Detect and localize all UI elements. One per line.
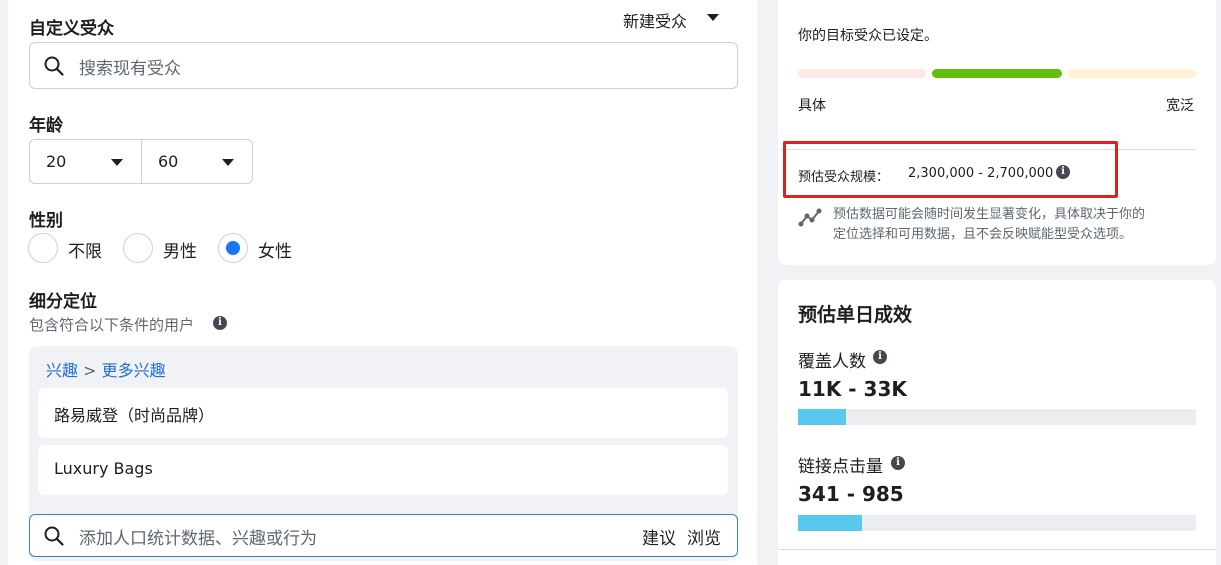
breadcrumb-separator: > [83, 361, 97, 380]
link-clicks-progress-bar [798, 515, 1196, 531]
audience-status-text: 你的目标受众已设定。 [798, 28, 938, 44]
breadcrumb-interests-link[interactable]: 兴趣 [46, 361, 78, 380]
audience-size-label: 预估受众规模： [798, 170, 890, 185]
gender-label-male: 男性 [163, 242, 197, 262]
detailed-targeting-subtitle: 包含符合以下条件的用户 [29, 316, 195, 334]
audience-disclaimer-line: 预估数据可能会随时间发生显著变化，具体取决于你的 [833, 207, 1146, 222]
gender-radio-female[interactable] [218, 233, 248, 263]
daily-results-title: 预估单日成效 [798, 304, 913, 326]
age-min-select[interactable]: 20 [29, 139, 142, 184]
gender-title: 性别 [29, 211, 63, 231]
targeting-search-placeholder: 添加人口统计数据、兴趣或行为 [79, 529, 317, 549]
trend-line-icon [798, 208, 822, 227]
interest-item-label: 路易威登（时尚品牌） [54, 406, 215, 425]
interest-item[interactable]: 路易威登（时尚品牌） [38, 388, 728, 438]
interest-item-label: Luxury Bags [54, 459, 153, 478]
audience-disclaimer-line: 定位选择和可用数据，且不会反映赋能型受众选项。 [833, 227, 1133, 242]
search-icon [44, 56, 64, 76]
interest-item[interactable]: Luxury Bags [38, 445, 728, 495]
caret-down-icon [111, 159, 123, 166]
meter-segment-specific [798, 69, 926, 78]
reach-label: 覆盖人数 [798, 352, 866, 372]
gender-label-female: 女性 [258, 242, 292, 262]
link-clicks-progress-fill [798, 515, 862, 531]
gender-radio-male[interactable] [123, 233, 153, 263]
targeting-search-input[interactable]: 添加人口统计数据、兴趣或行为 建议 浏览 [29, 514, 738, 557]
info-icon[interactable]: i [873, 350, 887, 364]
gender-radio-all[interactable] [28, 233, 58, 263]
search-icon [44, 526, 64, 546]
audience-disclaimer: 预估数据可能会随时间发生显著变化，具体取决于你的 定位选择和可用数据，且不会反映… [833, 205, 1145, 245]
detailed-targeting-title: 细分定位 [29, 292, 97, 312]
reach-progress-fill [798, 409, 846, 425]
suggestions-button[interactable]: 建议 [642, 524, 676, 549]
age-max-select[interactable]: 60 [141, 139, 253, 184]
link-clicks-value: 341 - 985 [798, 482, 904, 506]
meter-specific-label: 具体 [798, 98, 826, 114]
custom-audience-title: 自定义受众 [29, 19, 114, 39]
divider [778, 549, 1216, 550]
info-icon[interactable]: i [1056, 165, 1070, 179]
info-icon[interactable]: i [891, 456, 905, 470]
audience-search-input[interactable]: 搜索现有受众 [29, 42, 738, 89]
gender-label-all: 不限 [68, 242, 102, 262]
reach-value: 11K - 33K [798, 377, 907, 401]
age-min-value: 20 [46, 152, 67, 171]
new-audience-label: 新建受众 [623, 12, 688, 31]
audience-search-placeholder: 搜索现有受众 [79, 59, 181, 79]
age-title: 年龄 [29, 116, 63, 136]
meter-segment-active [932, 69, 1062, 78]
interest-breadcrumb: 兴趣 > 更多兴趣 [46, 357, 166, 381]
browse-button[interactable]: 浏览 [687, 524, 721, 549]
caret-down-icon [707, 14, 719, 21]
meter-broad-label: 宽泛 [1166, 98, 1194, 114]
info-icon[interactable]: i [213, 316, 227, 330]
reach-progress-bar [798, 409, 1196, 425]
audience-size-value: 2,300,000 - 2,700,000 [908, 166, 1054, 181]
age-max-value: 60 [158, 152, 179, 171]
meter-segment-broad [1067, 69, 1196, 78]
caret-down-icon [222, 159, 234, 166]
link-clicks-label: 链接点击量 [798, 457, 883, 477]
breadcrumb-more-interests-link[interactable]: 更多兴趣 [102, 361, 166, 380]
